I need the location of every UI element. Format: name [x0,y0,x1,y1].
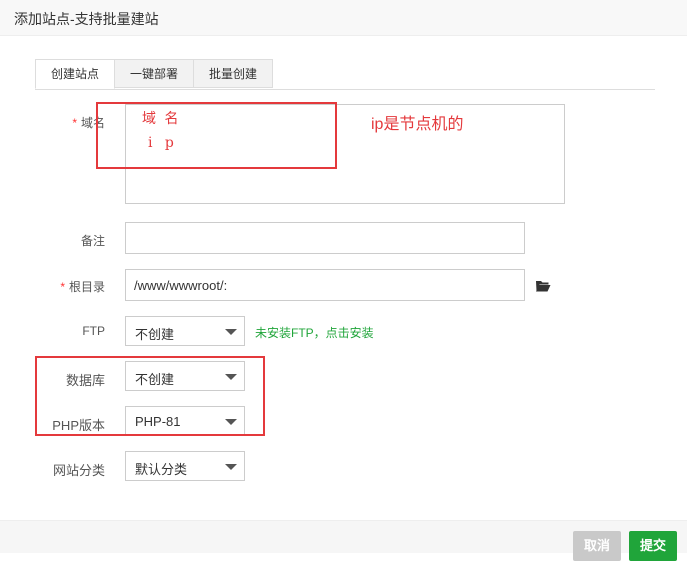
root-dir-label: * 根目录 [60,280,105,294]
ftp-select-value: 不创建 [135,327,175,342]
required-mark: * [60,280,65,294]
remark-input[interactable] [125,222,525,254]
chevron-down-icon [225,464,237,470]
required-mark: * [72,116,77,130]
ftp-label: FTP [82,324,105,338]
domain-label: * 域名 [72,116,105,130]
category-select-value: 默认分类 [135,462,188,477]
ftp-select[interactable]: 不创建 [125,316,245,346]
dialog-title: 添加站点-支持批量建站 [14,11,159,27]
category-select[interactable]: 默认分类 [125,451,245,481]
handwritten-ip-text: i p [148,135,178,151]
annotation-note: ip是节点机的 [371,116,464,133]
annotation-box-db-php [35,356,265,436]
tab-batch-create[interactable]: 批量创建 [193,59,273,88]
handwritten-domain-text: 域 名 [142,111,181,127]
install-ftp-link[interactable]: 未安装FTP，点击安装 [255,324,374,341]
annotation-box-domain [96,102,337,169]
dialog-title-bar: 添加站点-支持批量建站 [0,0,687,36]
folder-open-icon[interactable] [535,279,551,292]
tab-create-site[interactable]: 创建站点 [35,59,115,89]
category-label: 网站分类 [52,463,105,478]
tab-bar: 创建站点 一键部署 批量创建 [35,59,655,90]
root-dir-input[interactable] [125,269,525,301]
tab-one-click-deploy[interactable]: 一键部署 [114,59,194,88]
remark-label: 备注 [80,234,105,248]
chevron-down-icon [225,329,237,335]
cancel-button[interactable]: 取消 [573,531,622,561]
submit-button[interactable]: 提交 [629,531,678,561]
